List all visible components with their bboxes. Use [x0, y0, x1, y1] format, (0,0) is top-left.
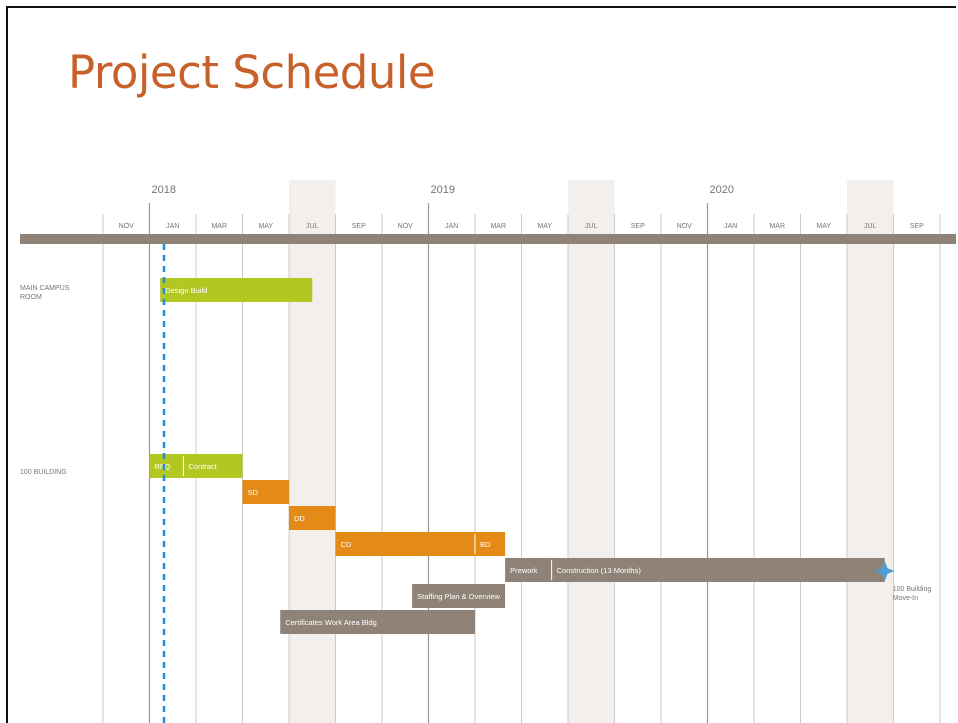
timeline-band — [20, 234, 956, 244]
month-label: NOV — [398, 223, 414, 230]
task-label: Design Build — [165, 286, 207, 295]
task-label: BD — [480, 540, 491, 549]
milestone-label: Move-In — [893, 595, 918, 602]
month-label: MAR — [490, 223, 506, 230]
task-label: Contract — [188, 462, 217, 471]
month-label: MAY — [816, 223, 831, 230]
row-label: 100 BUILDING — [20, 469, 67, 476]
month-label: MAR — [211, 223, 227, 230]
month-label: JAN — [166, 223, 179, 230]
month-label: JUL — [306, 223, 319, 230]
milestone-label: 100 Building — [893, 586, 932, 593]
month-label: SEP — [631, 223, 645, 230]
month-label: JAN — [445, 223, 458, 230]
month-label: SEP — [910, 223, 924, 230]
month-label: JAN — [724, 223, 737, 230]
row-label: MAIN CAMPUS ROOM — [20, 285, 70, 301]
gantt-chart: 2018 2019 2020 NOV JAN MAR MAY JUL SEP NOV JAN MAR M… — [20, 180, 956, 723]
month-label: NOV — [677, 223, 693, 230]
slide-frame: Project Schedule 2018 2019 2020 NOV JAN MAR MA… — [6, 6, 956, 723]
shaded-column — [847, 180, 894, 723]
shaded-column — [568, 180, 615, 723]
task-label: DD — [294, 514, 305, 523]
year-label: 2018 — [152, 184, 176, 196]
task-label: CD — [341, 540, 352, 549]
year-label: 2019 — [431, 184, 455, 196]
month-label: SEP — [352, 223, 366, 230]
year-label: 2020 — [710, 184, 734, 196]
month-label: JUL — [864, 223, 877, 230]
month-label: MAY — [258, 223, 273, 230]
task-label: Certificates Work Area Bldg — [285, 618, 377, 627]
task-label: Prework — [510, 566, 538, 575]
month-label: NOV — [119, 223, 135, 230]
task-label: Staffing Plan & Overview — [417, 592, 500, 601]
task-label: SD — [248, 488, 259, 497]
shaded-column — [289, 180, 336, 723]
month-label: JUL — [585, 223, 598, 230]
month-label: MAY — [537, 223, 552, 230]
task-label: RFQ — [155, 462, 171, 471]
month-label: MAR — [769, 223, 785, 230]
task-label: Construction (13 Months) — [557, 566, 642, 575]
task-bar — [335, 532, 475, 556]
